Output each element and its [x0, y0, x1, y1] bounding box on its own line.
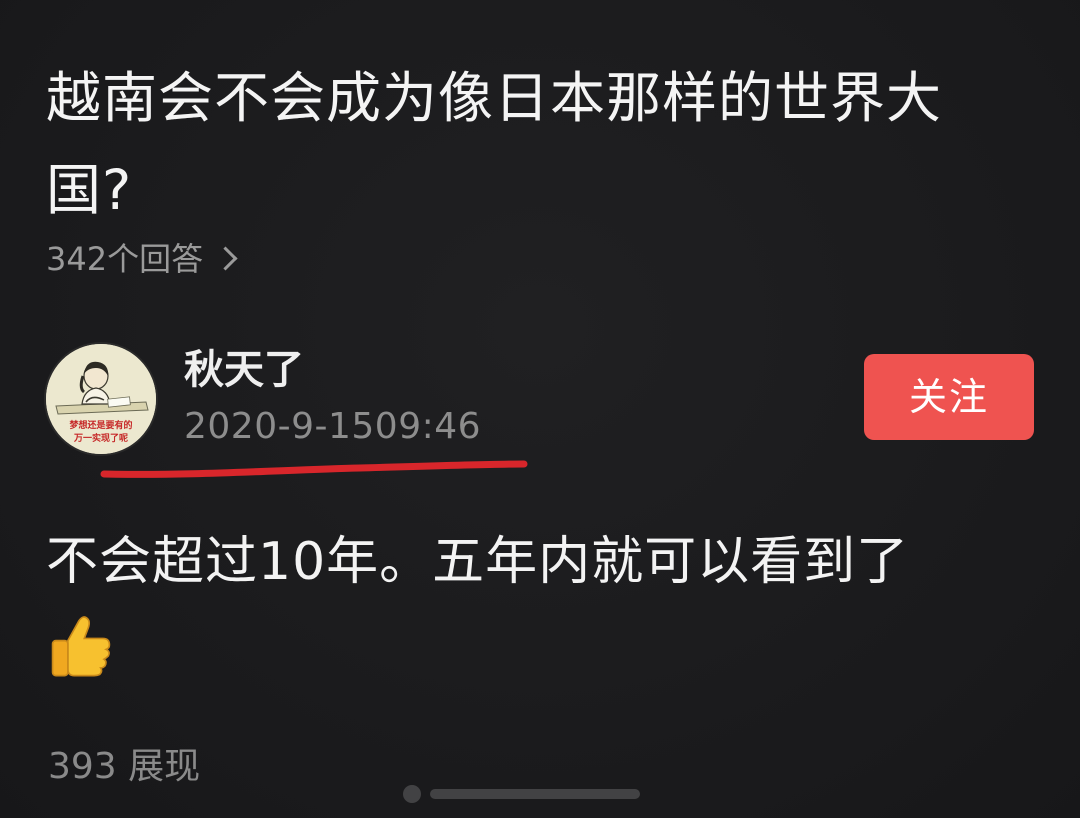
chevron-right-icon	[213, 245, 238, 271]
watermark-icon	[403, 785, 640, 803]
answer-count-label: 342个回答	[46, 240, 204, 278]
answer-body[interactable]: 不会超过10年。五年内就可以看到了	[46, 520, 1046, 680]
view-count: 393 展现	[48, 746, 201, 787]
page: 越南会不会成为像日本那样的世界大国? 342个回答 梦想还是要有的 万一实现了呢…	[0, 0, 1080, 818]
post-time: 2020-9-1509:46	[184, 406, 482, 447]
red-underline-annotation	[100, 460, 528, 478]
follow-button[interactable]: 关注	[864, 354, 1034, 440]
avatar-caption-line1: 梦想还是要有的	[69, 419, 132, 431]
thumbs-up-emoji-icon	[51, 616, 111, 677]
avatar[interactable]: 梦想还是要有的 万一实现了呢	[44, 342, 158, 456]
avatar-illustration: 梦想还是要有的 万一实现了呢	[46, 344, 156, 454]
author-row: 梦想还是要有的 万一实现了呢 秋天了 2020-9-1509:46 关注	[44, 340, 1034, 490]
answer-text: 不会超过10年。五年内就可以看到了	[46, 532, 910, 592]
avatar-caption-line2: 万一实现了呢	[73, 432, 128, 444]
answer-count-link[interactable]: 342个回答	[46, 234, 238, 280]
question-title[interactable]: 越南会不会成为像日本那样的世界大国?	[46, 52, 1026, 236]
author-name[interactable]: 秋天了	[184, 340, 304, 400]
